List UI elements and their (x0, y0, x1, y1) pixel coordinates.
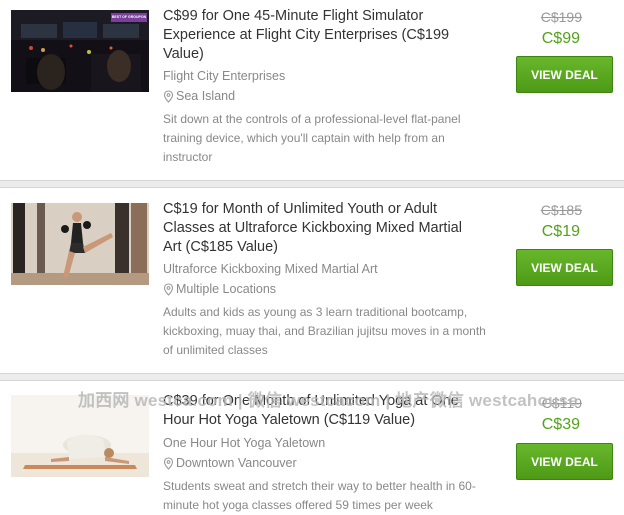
merchant-name: One Hour Hot Yoga Yaletown (163, 436, 326, 450)
deal-price: C$19 (541, 223, 580, 240)
deal-title[interactable]: C$99 for One 45-Minute Flight Simulator … (163, 7, 483, 64)
map-pin-icon (163, 282, 174, 296)
kickboxing-image (11, 203, 149, 285)
map-pin-icon (163, 89, 174, 103)
deal-card[interactable]: BEST OF GROUPON C$99 for One 45-Minute F… (0, 0, 624, 180)
deal-image-flight-simulator[interactable]: BEST OF GROUPON (11, 10, 149, 92)
deal-image-kickboxing[interactable] (11, 203, 149, 285)
flight-simulator-image (11, 10, 149, 92)
view-deal-button[interactable]: VIEW DEAL (516, 56, 613, 93)
deal-price: C$99 (541, 30, 580, 47)
location-label: Multiple Locations (176, 282, 277, 296)
image-badge: BEST OF GROUPON (111, 15, 147, 19)
deal-description: Adults and kids as young as 3 learn trad… (163, 305, 486, 357)
original-price: C$185 (540, 202, 582, 218)
map-pin-icon (163, 456, 174, 470)
deal-description: Students sweat and stretch their way to … (163, 479, 476, 512)
deal-card[interactable]: C$19 for Month of Unlimited Youth or Adu… (0, 188, 624, 373)
merchant-name: Flight City Enterprises (163, 69, 286, 83)
view-deal-button[interactable]: VIEW DEAL (516, 249, 613, 286)
deal-description: Sit down at the controls of a profession… (163, 112, 461, 164)
location-label: Sea Island (176, 89, 236, 103)
original-price: C$199 (540, 9, 582, 25)
deal-location: Downtown Vancouver (163, 456, 297, 470)
merchant-name: Ultraforce Kickboxing Mixed Martial Art (163, 262, 378, 276)
view-deal-button[interactable]: VIEW DEAL (516, 443, 613, 480)
deal-divider (0, 373, 624, 381)
site-watermark: 加西网 westca.com | 微信 westcacom | 地产微信 wes… (78, 391, 578, 410)
deal-title[interactable]: C$19 for Month of Unlimited Youth or Adu… (163, 200, 483, 257)
deal-location: Sea Island (163, 89, 235, 103)
location-label: Downtown Vancouver (176, 456, 297, 470)
deal-divider (0, 180, 624, 188)
deal-price: C$39 (541, 416, 580, 433)
deal-location: Multiple Locations (163, 282, 276, 296)
